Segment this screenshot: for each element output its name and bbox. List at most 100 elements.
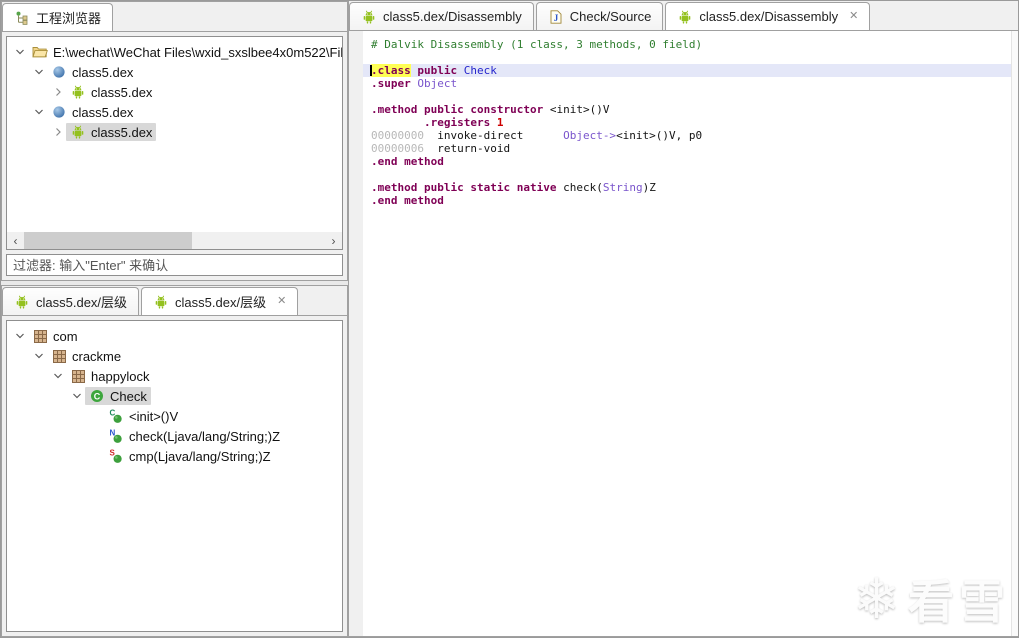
- tree-item-content[interactable]: E:\wechat\WeChat Files\wxid_sxslbee4x0m5…: [28, 43, 342, 61]
- code-line[interactable]: 00000000 invoke-direct Object-><init>()V…: [363, 129, 1011, 142]
- tree-item-content[interactable]: C <init>()V: [104, 407, 182, 425]
- code-segment: String: [602, 181, 643, 194]
- code-segment: .registers: [423, 116, 491, 129]
- chevron-expanded-icon[interactable]: [49, 371, 66, 381]
- tree-item-content[interactable]: class5.dex: [47, 63, 137, 81]
- tab-class5-dex-disassembly[interactable]: class5.dex/Disassembly ✕: [665, 2, 871, 30]
- project-explorer-tabbar: 工程浏览器: [2, 2, 347, 32]
- scroll-right-arrow-icon[interactable]: ›: [325, 232, 342, 249]
- scrollbar-track[interactable]: [24, 232, 325, 249]
- tab-check-source[interactable]: J Check/Source: [535, 2, 664, 30]
- disassembly-code[interactable]: # Dalvik Disassembly (1 class, 3 methods…: [363, 31, 1011, 636]
- project-explorer-panel: 工程浏览器 E:\wechat\WeChat Files\wxid_sxslbe…: [1, 1, 348, 281]
- tree-item-cmp-ljava-lang-string-z[interactable]: Scmp(Ljava/lang/String;)Z: [7, 446, 342, 466]
- tree-item-class5-dex[interactable]: class5.dex: [7, 102, 342, 122]
- code-segment: Check: [463, 64, 497, 77]
- tree-item-class5-dex[interactable]: class5.dex: [7, 122, 342, 142]
- method-static-icon: S: [108, 448, 124, 464]
- tree-item-label: class5.dex: [91, 84, 153, 100]
- close-icon[interactable]: ✕: [277, 296, 286, 307]
- code-line[interactable]: .method public constructor <init>()V: [363, 103, 1011, 116]
- project-tree-box: E:\wechat\WeChat Files\wxid_sxslbee4x0m5…: [6, 36, 343, 250]
- code-line[interactable]: # Dalvik Disassembly (1 class, 3 methods…: [363, 38, 1011, 51]
- close-icon[interactable]: ✕: [849, 11, 858, 22]
- method-constructor-icon: C: [108, 408, 124, 424]
- tree-item-check-ljava-lang-string-z[interactable]: Ncheck(Ljava/lang/String;)Z: [7, 426, 342, 446]
- project-tree-icon: [14, 10, 30, 26]
- code-line[interactable]: .super Object: [363, 77, 1011, 90]
- tree-item-e-wechat-wechat-files-wxid-sxslbee4x0m522-fil[interactable]: E:\wechat\WeChat Files\wxid_sxslbee4x0m5…: [7, 42, 342, 62]
- tree-item-crackme[interactable]: crackme: [7, 346, 342, 366]
- chevron-expanded-icon[interactable]: [11, 47, 28, 57]
- tree-item-class5-dex[interactable]: class5.dex: [7, 62, 342, 82]
- tree-item-com[interactable]: com: [7, 326, 342, 346]
- vertical-scrollbar[interactable]: [1011, 31, 1018, 636]
- horizontal-scrollbar[interactable]: ‹ ›: [7, 232, 342, 249]
- code-line[interactable]: .registers 1: [363, 116, 1011, 129]
- left-column: 工程浏览器 E:\wechat\WeChat Files\wxid_sxslbe…: [1, 1, 348, 637]
- android-icon: [70, 84, 86, 100]
- hierarchy-tree: com crackme happylock C Check C <init>()V Nchec…: [7, 321, 342, 631]
- tree-item--init-v[interactable]: C <init>()V: [7, 406, 342, 426]
- tree-item-label: class5.dex: [91, 124, 153, 140]
- package-icon: [51, 348, 67, 364]
- tree-item-label: cmp(Ljava/lang/String;)Z: [129, 448, 271, 464]
- tree-item-class5-dex[interactable]: class5.dex: [7, 82, 342, 102]
- code-segment: <init>()V: [549, 103, 610, 116]
- tree-item-content[interactable]: Ncheck(Ljava/lang/String;)Z: [104, 427, 284, 445]
- tree-item-content[interactable]: class5.dex: [66, 123, 157, 141]
- chevron-expanded-icon[interactable]: [30, 107, 47, 117]
- code-segment: .end method: [371, 155, 444, 168]
- code-line[interactable]: .end method: [363, 194, 1011, 207]
- chevron-collapsed-icon[interactable]: [49, 87, 66, 97]
- tree-item-label: class5.dex: [72, 104, 134, 120]
- code-segment: .method: [371, 103, 418, 116]
- tab-class5-dex-层级[interactable]: class5.dex/层级: [2, 287, 140, 315]
- code-line[interactable]: .class public Check: [363, 64, 1011, 77]
- tree-item-content[interactable]: crackme: [47, 347, 125, 365]
- code-line[interactable]: [363, 90, 1011, 103]
- tree-item-content[interactable]: Scmp(Ljava/lang/String;)Z: [104, 447, 275, 465]
- package-icon: [32, 328, 48, 344]
- chevron-expanded-icon[interactable]: [30, 351, 47, 361]
- code-line[interactable]: [363, 168, 1011, 181]
- tree-item-content[interactable]: class5.dex: [66, 83, 156, 101]
- tree-item-content[interactable]: com: [28, 327, 82, 345]
- scrollbar-thumb[interactable]: [24, 232, 192, 249]
- tree-item-check[interactable]: C Check: [7, 386, 342, 406]
- filter-input[interactable]: [6, 254, 343, 276]
- code-segment: check(: [563, 181, 603, 194]
- tree-item-happylock[interactable]: happylock: [7, 366, 342, 386]
- chevron-expanded-icon[interactable]: [68, 391, 85, 401]
- editor-tabbar: class5.dex/Disassembly J Check/Source class…: [349, 1, 1018, 31]
- tree-item-content[interactable]: C Check: [85, 387, 151, 405]
- tab-class5-dex-disassembly[interactable]: class5.dex/Disassembly: [349, 2, 534, 30]
- code-line[interactable]: [363, 51, 1011, 64]
- code-line[interactable]: .method public static native check(Strin…: [363, 181, 1011, 194]
- method-native-icon: N: [108, 428, 124, 444]
- tab-class5-dex-层级[interactable]: class5.dex/层级 ✕: [141, 287, 299, 315]
- editor-gutter: [349, 31, 363, 636]
- tab-label: class5.dex/Disassembly: [383, 9, 522, 24]
- chevron-collapsed-icon[interactable]: [49, 127, 66, 137]
- code-line[interactable]: 00000006 return-void: [363, 142, 1011, 155]
- chevron-expanded-icon[interactable]: [11, 331, 28, 341]
- tree-item-content[interactable]: class5.dex: [47, 103, 137, 121]
- chevron-expanded-icon[interactable]: [30, 67, 47, 77]
- code-segment: native: [516, 181, 557, 194]
- code-line[interactable]: .end method: [363, 155, 1011, 168]
- dex-file-icon: [51, 104, 67, 120]
- editor-column: class5.dex/Disassembly J Check/Source class…: [348, 1, 1018, 637]
- project-tree: E:\wechat\WeChat Files\wxid_sxslbee4x0m5…: [7, 37, 342, 232]
- tab-project-explorer[interactable]: 工程浏览器: [2, 3, 114, 31]
- tab-label: class5.dex/层级: [36, 295, 128, 310]
- code-segment: return-void: [437, 142, 511, 155]
- tree-item-content[interactable]: happylock: [66, 367, 154, 385]
- code-segment: 00000000: [371, 129, 424, 142]
- code-segment: Object->: [563, 129, 617, 142]
- tree-item-label: Check: [110, 388, 147, 404]
- scroll-left-arrow-icon[interactable]: ‹: [7, 232, 24, 249]
